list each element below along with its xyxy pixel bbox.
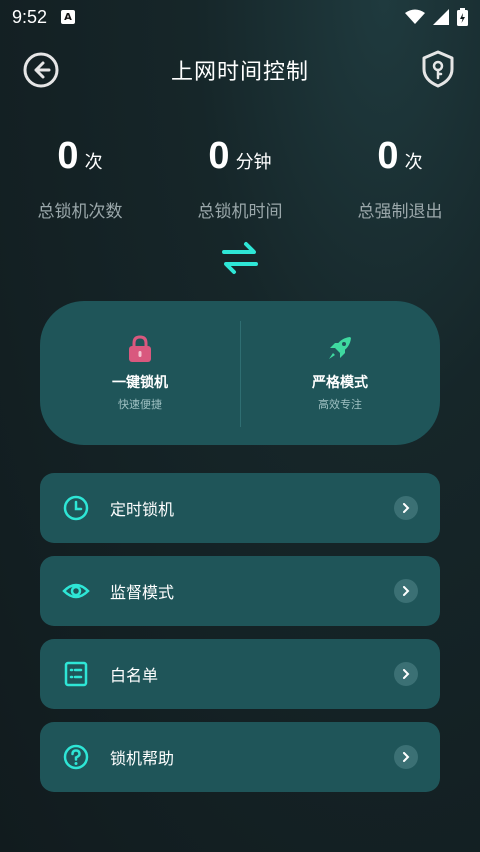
strict-mode-button[interactable]: 严格模式 高效专注 (240, 301, 440, 445)
mode-card: 一键锁机 快速便捷 严格模式 高效专注 (40, 301, 440, 445)
help-icon (63, 744, 89, 770)
menu-item-whitelist[interactable]: 白名单 (40, 639, 440, 709)
menu-item-scheduled-lock[interactable]: 定时锁机 (40, 473, 440, 543)
signal-icon (433, 9, 449, 25)
menu-label: 锁机帮助 (110, 749, 175, 768)
stat-unit: 次 (84, 152, 103, 173)
status-icons (405, 8, 468, 26)
status-bar: 9:52 A (0, 0, 480, 34)
back-button[interactable] (22, 51, 60, 89)
chevron-right-icon (394, 745, 418, 769)
mode-divider (240, 321, 241, 427)
swap-arrows-icon[interactable] (220, 240, 260, 276)
stat-label: 总锁机次数 (37, 202, 123, 222)
mode-title: 一键锁机 (112, 375, 168, 391)
stat-label: 总强制退出 (357, 202, 443, 222)
menu-item-lock-help[interactable]: 锁机帮助 (40, 722, 440, 792)
battery-icon (457, 8, 468, 26)
notification-icon: A (61, 10, 76, 24)
header: 上网时间控制 (0, 44, 480, 96)
page-title: 上网时间控制 (170, 60, 309, 85)
stat-force-exit: 0 次 总强制退出 (320, 135, 480, 222)
stat-lock-time: 0 分钟 总锁机时间 (160, 135, 320, 222)
stat-value: 0 (208, 135, 230, 177)
stat-label: 总锁机时间 (197, 202, 283, 222)
stat-unit: 分钟 (235, 152, 272, 173)
mode-subtitle: 高效专注 (318, 398, 362, 411)
list-icon (64, 661, 88, 687)
menu-label: 白名单 (110, 666, 159, 685)
chevron-right-icon (394, 579, 418, 603)
wifi-icon (405, 9, 425, 24)
stats-row: 0 次 总锁机次数 0 分钟 总锁机时间 0 次 总强制退出 (0, 135, 480, 222)
stat-unit: 次 (404, 152, 423, 173)
chevron-right-icon (394, 662, 418, 686)
status-time: 9:52 (12, 6, 48, 27)
stat-value: 0 (377, 135, 399, 177)
chevron-right-icon (394, 496, 418, 520)
eye-icon (62, 583, 90, 599)
stat-value: 0 (57, 135, 79, 177)
rocket-icon (329, 337, 351, 359)
menu-label: 监督模式 (110, 583, 175, 602)
one-key-lock-button[interactable]: 一键锁机 快速便捷 (40, 301, 240, 445)
clock-icon (63, 495, 89, 521)
mode-title: 严格模式 (312, 375, 368, 391)
menu-item-supervision[interactable]: 监督模式 (40, 556, 440, 626)
lock-icon (129, 335, 151, 362)
menu-label: 定时锁机 (110, 500, 175, 519)
shield-key-icon[interactable] (420, 49, 456, 89)
stat-lock-count: 0 次 总锁机次数 (0, 135, 160, 222)
mode-subtitle: 快速便捷 (118, 398, 162, 411)
